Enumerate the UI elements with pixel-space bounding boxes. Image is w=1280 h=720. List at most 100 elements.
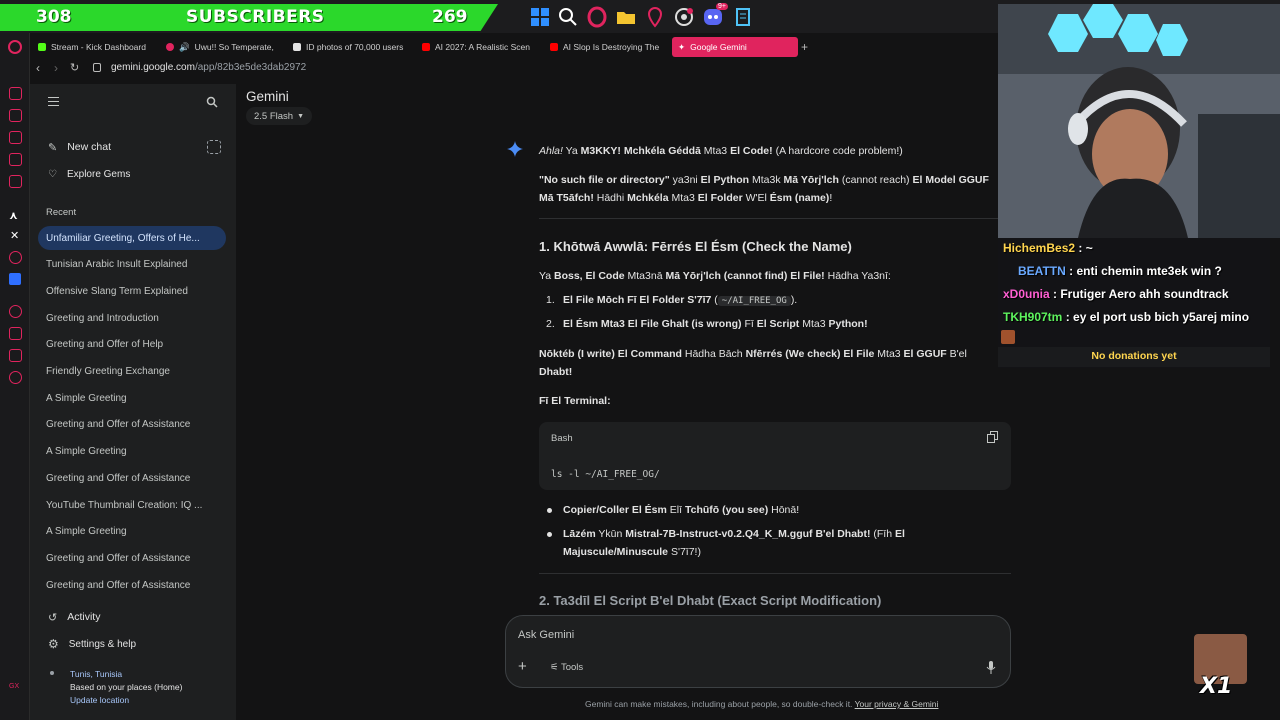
gemini-sidebar: ✎ New chat ♡ Explore Gems Recent Unfamil…	[30, 84, 236, 720]
subscriber-count-left: 308	[36, 7, 72, 27]
explore-gems-button[interactable]: ♡ Explore Gems	[40, 163, 226, 185]
bullet	[547, 532, 552, 537]
recent-chat-item[interactable]: Unfamiliar Greeting, Offers of He...	[38, 226, 226, 250]
article-favicon-icon	[293, 43, 301, 51]
chat-text: : Frutiger Aero ahh soundtrack	[1049, 287, 1229, 301]
model-selector[interactable]: 2.5 Flash ▼	[246, 107, 313, 125]
rail-mail-icon[interactable]	[9, 87, 22, 100]
search-icon[interactable]	[557, 6, 579, 28]
response-paragraph: "No such file or directory" ya3ni El Pyt…	[539, 174, 989, 186]
tab-uwu[interactable]: 🔊 Uwu!! So Temperate,	[160, 37, 278, 57]
rail-history-icon[interactable]	[9, 305, 22, 318]
recent-chat-item[interactable]: Greeting and Offer of Help	[38, 333, 226, 357]
chat-username[interactable]: TKH907tm	[1003, 310, 1062, 324]
chat-username[interactable]: xD0unia	[1003, 287, 1050, 301]
edit-icon: ✎	[48, 141, 58, 154]
prompt-box[interactable]: Ask Gemini + ⚟ Tools	[505, 615, 1011, 688]
subscriber-label: SUBSCRIBERS	[186, 7, 325, 27]
location-dot-icon	[50, 671, 54, 675]
new-chat-label: New chat	[67, 141, 111, 153]
rail-youtube-icon[interactable]	[9, 251, 22, 264]
microphone-icon[interactable]	[986, 661, 996, 674]
code-block: Bash ls -l ~/AI_FREE_OG/	[539, 422, 1011, 490]
list-number: 1.	[546, 294, 555, 306]
url-field[interactable]: gemini.google.com/app/82b3e5de3dab2972	[111, 62, 306, 73]
rail-kick-icon[interactable]: ⋏	[9, 209, 18, 222]
recent-chat-item[interactable]: Greeting and Offer of Assistance	[38, 546, 226, 570]
history-icon: ↺	[48, 611, 58, 624]
update-location-link[interactable]: Update location	[70, 695, 129, 705]
obs-icon[interactable]	[673, 6, 695, 28]
tools-button[interactable]: ⚟ Tools	[550, 662, 583, 673]
tab-label: Google Gemini	[690, 42, 747, 52]
recent-chat-item[interactable]: A Simple Greeting	[38, 386, 226, 410]
recent-chat-item[interactable]: Greeting and Introduction	[38, 306, 226, 330]
rail-sync-icon[interactable]	[9, 109, 22, 122]
gemini-favicon-icon: ✦	[678, 41, 686, 52]
new-chat-button[interactable]: ✎ New chat	[40, 136, 226, 158]
rail-whatsapp-icon[interactable]	[9, 153, 22, 166]
activity-button[interactable]: ↺ Activity	[40, 606, 226, 628]
bullet	[547, 508, 552, 513]
gear-icon: ⚙	[48, 637, 59, 651]
search-icon[interactable]	[206, 96, 218, 108]
pin-icon[interactable]	[644, 6, 666, 28]
reload-icon[interactable]: ↻	[70, 61, 79, 74]
back-icon[interactable]: ‹	[36, 61, 40, 75]
privacy-link[interactable]: Your privacy & Gemini	[855, 699, 939, 709]
recent-chat-item[interactable]: Friendly Greeting Exchange	[38, 360, 226, 384]
settings-label: Settings & help	[68, 638, 137, 650]
response-paragraph: Nōktéb (I write) El Command Hādha Bāch N…	[539, 348, 967, 360]
folder-icon[interactable]	[615, 6, 637, 28]
windows-icon[interactable]	[529, 6, 551, 28]
emote-icon	[1001, 330, 1015, 344]
code-text: ls -l ~/AI_FREE_OG/	[551, 469, 660, 480]
speaker-icon: 🔊	[179, 41, 190, 52]
recent-chat-item[interactable]: Greeting and Offer of Assistance	[38, 466, 226, 490]
rail-x-icon[interactable]: ✕	[10, 229, 19, 242]
chat-text: : ~	[1075, 241, 1093, 255]
settings-help-button[interactable]: ⚙ Settings & help	[40, 633, 226, 655]
tab-ai-slop[interactable]: AI Slop Is Destroying The	[544, 37, 666, 57]
copy-icon[interactable]	[987, 431, 999, 443]
rail-music-icon[interactable]	[9, 175, 22, 188]
new-tab-icon[interactable]: +	[801, 40, 808, 54]
menu-icon[interactable]	[48, 97, 59, 106]
chat-text: : enti chemin mte3ek win ?	[1065, 264, 1222, 278]
temporary-chat-icon[interactable]	[207, 140, 221, 154]
list-number: 2.	[546, 318, 555, 330]
recent-chat-item[interactable]: Greeting and Offer of Assistance	[38, 413, 226, 437]
tab-ai-2027[interactable]: AI 2027: A Realistic Scen	[416, 37, 538, 57]
recent-chat-item[interactable]: YouTube Thumbnail Creation: IQ ...	[38, 493, 226, 517]
recent-chat-item[interactable]: Offensive Slang Term Explained	[38, 279, 226, 303]
recent-chat-item[interactable]: Greeting and Offer of Assistance	[38, 573, 226, 597]
tab-id-photos[interactable]: ID photos of 70,000 users	[287, 37, 409, 57]
donations-status: No donations yet	[998, 347, 1270, 367]
rail-extension-icon[interactable]	[9, 273, 21, 285]
page-title: Gemini	[246, 89, 289, 104]
recent-chat-item[interactable]: A Simple Greeting	[38, 520, 226, 544]
rail-gx-icon[interactable]: GX	[9, 683, 19, 690]
rail-settings-icon[interactable]	[9, 371, 22, 384]
kick-favicon-icon	[38, 43, 46, 51]
chat-username[interactable]: HichemBes2	[1003, 241, 1075, 255]
tab-google-gemini[interactable]: ✦ Google Gemini	[672, 37, 798, 57]
rail-downloads-icon[interactable]	[9, 327, 22, 340]
forward-icon[interactable]: ›	[54, 61, 58, 75]
chat-username[interactable]: BEATTN	[1018, 264, 1066, 278]
tab-strip: Stream - Kick Dashboard 🔊 Uwu!! So Tempe…	[30, 37, 1000, 59]
rail-wallet-icon[interactable]	[9, 349, 22, 362]
plus-icon[interactable]: +	[518, 658, 527, 675]
tab-label: Stream - Kick Dashboard	[51, 42, 146, 52]
opera-logo-icon[interactable]	[8, 40, 22, 54]
opera-icon[interactable]	[586, 6, 608, 28]
tab-label: Uwu!! So Temperate,	[194, 42, 274, 52]
rail-messenger-icon[interactable]	[9, 131, 22, 144]
recent-chat-item[interactable]: A Simple Greeting	[38, 440, 226, 464]
recent-chat-item[interactable]: Tunisian Arabic Insult Explained	[38, 253, 226, 277]
emote-overlay: X1	[1194, 634, 1247, 700]
chevron-down-icon: ▼	[297, 112, 305, 120]
prompt-input[interactable]: Ask Gemini	[518, 629, 574, 641]
tab-kick-dashboard[interactable]: Stream - Kick Dashboard	[32, 37, 160, 57]
notepad-icon[interactable]	[732, 6, 754, 28]
